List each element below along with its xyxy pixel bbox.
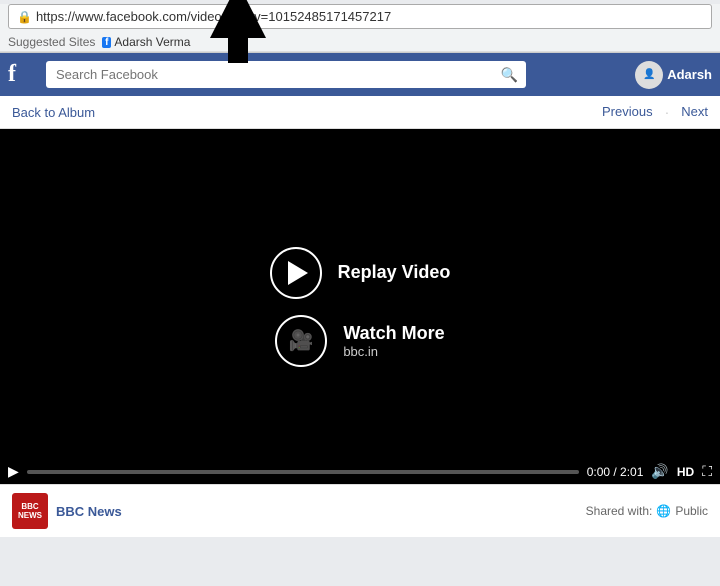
search-container: 🔍	[46, 61, 526, 88]
bookmarks-bar: Suggested Sites f Adarsh Verma	[0, 33, 720, 52]
next-link[interactable]: Next	[681, 104, 708, 120]
replay-circle-btn	[270, 247, 322, 299]
username-label: Adarsh	[667, 67, 712, 82]
back-to-album-link[interactable]: Back to Album	[12, 105, 95, 120]
camera-icon: 🎥	[289, 328, 314, 353]
fullscreen-icon[interactable]: ⛶	[702, 463, 712, 480]
fb-favicon: f	[102, 37, 111, 48]
post-shared: Shared with: 🌐 Public	[586, 504, 708, 518]
url-text: https://www.facebook.com/video.php?v=101…	[36, 9, 703, 24]
post-source[interactable]: BBC News	[56, 504, 122, 519]
address-bar[interactable]: 🔒 https://www.facebook.com/video.php?v=1…	[8, 4, 712, 29]
watch-more-sublabel: bbc.in	[343, 344, 444, 359]
shared-label: Shared with:	[586, 504, 653, 518]
globe-icon: 🌐	[656, 504, 671, 518]
time-display: 0:00 / 2:01	[587, 465, 644, 479]
bookmark-item[interactable]: f Adarsh Verma	[102, 35, 190, 49]
progress-bar[interactable]	[27, 470, 579, 474]
watch-more-button[interactable]: 🎥 Watch More bbc.in	[275, 315, 444, 367]
facebook-navbar: f 🔍 👤 Adarsh	[0, 53, 720, 96]
avatar: 👤	[635, 61, 663, 89]
search-icon: 🔍	[501, 66, 518, 83]
search-input[interactable]	[46, 61, 526, 88]
video-controls: ▶ 0:00 / 2:01 🔊 HD ⛶	[0, 459, 720, 484]
bbc-line1: BBC	[21, 502, 38, 511]
bbc-logo: BBC NEWS	[12, 493, 48, 529]
replay-text-container: Replay Video	[338, 262, 451, 283]
volume-icon[interactable]: 🔊	[651, 463, 668, 480]
post-details: BBC News	[56, 503, 578, 519]
video-overlay: Replay Video 🎥 Watch More bbc.in	[270, 247, 451, 367]
bookmark-label: Adarsh Verma	[114, 35, 190, 49]
watch-more-label: Watch More	[343, 323, 444, 344]
replay-label: Replay Video	[338, 262, 451, 283]
page-content: Back to Album Previous · Next Replay Vid…	[0, 96, 720, 537]
facebook-logo[interactable]: f	[8, 61, 38, 88]
quality-badge[interactable]: HD	[677, 465, 694, 479]
post-info: BBC NEWS BBC News Shared with: 🌐 Public	[0, 484, 720, 537]
watch-more-circle-btn: 🎥	[275, 315, 327, 367]
previous-link[interactable]: Previous	[602, 104, 653, 120]
browser-chrome: 🔒 https://www.facebook.com/video.php?v=1…	[0, 4, 720, 53]
ssl-lock-icon: 🔒	[17, 10, 32, 24]
visibility-label: Public	[675, 504, 708, 518]
suggested-sites-label: Suggested Sites	[8, 35, 95, 49]
nav-divider: ·	[665, 104, 670, 120]
play-pause-button[interactable]: ▶	[8, 463, 19, 480]
replay-video-button[interactable]: Replay Video	[270, 247, 451, 299]
album-navigation: Back to Album Previous · Next	[0, 96, 720, 129]
video-player: Replay Video 🎥 Watch More bbc.in ▶ 0:00 …	[0, 129, 720, 484]
album-nav-right: Previous · Next	[602, 104, 708, 120]
play-icon	[288, 261, 308, 285]
watch-more-text-container: Watch More bbc.in	[343, 323, 444, 359]
bbc-line2: NEWS	[18, 511, 42, 520]
navbar-right: 👤 Adarsh	[635, 61, 712, 89]
